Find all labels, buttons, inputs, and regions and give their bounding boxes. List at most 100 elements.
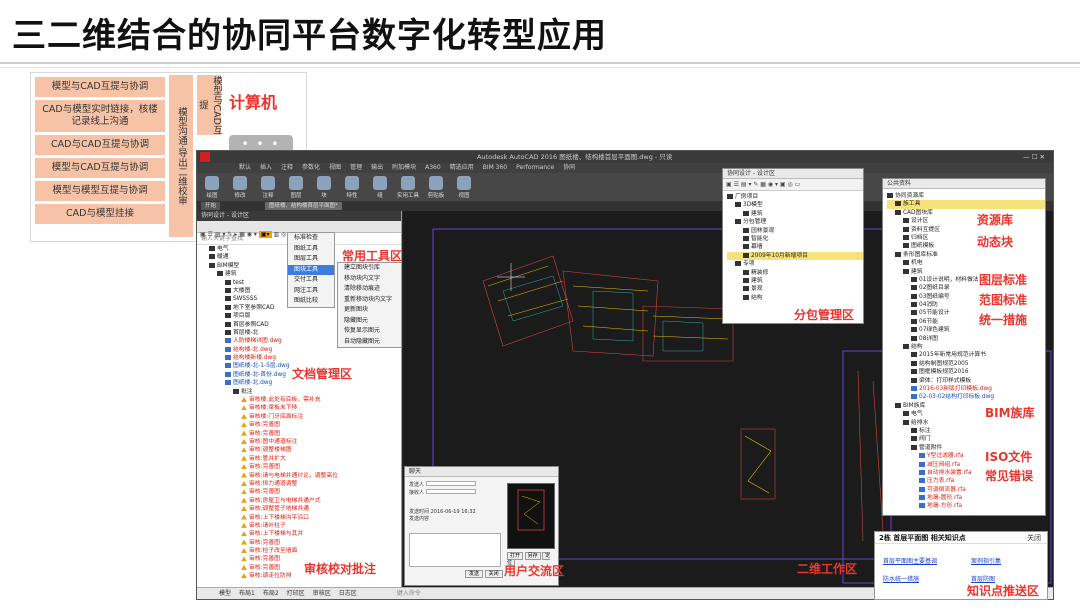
resource-tree-item[interactable]: 设计区: [887, 217, 1045, 225]
ribbon-button[interactable]: 绘图: [201, 176, 223, 199]
subcontract-tree-item[interactable]: 建筑: [727, 210, 863, 218]
context-submenu-item[interactable]: 建立图块引库: [338, 263, 401, 274]
menu-item[interactable]: 注释: [281, 164, 293, 171]
drawing-thumbnail[interactable]: [507, 483, 555, 549]
resource-tree-item[interactable]: 梁体：打印样式模板: [887, 377, 1045, 385]
doc-tree-item[interactable]: 审核:完善图: [201, 539, 401, 547]
resource-tree-item[interactable]: 地漏-圆形.rfa: [887, 494, 1045, 502]
doc-tree-item[interactable]: 审核楼:梁板未下移: [201, 404, 401, 412]
resource-tree-item[interactable]: 地漏-方形.rfa: [887, 502, 1045, 510]
subcontract-tree-item[interactable]: 园林景观: [727, 227, 863, 235]
resource-tree-item[interactable]: 机电: [887, 259, 1045, 267]
resource-tree-item[interactable]: 结构制图规范2005: [887, 360, 1045, 368]
doc-tree-item[interactable]: 审核楼:门牙底面标注: [201, 413, 401, 421]
menu-item[interactable]: 管理: [350, 164, 362, 171]
context-submenu-item[interactable]: 恢复显示图元: [338, 326, 401, 337]
menu-item[interactable]: A360: [425, 164, 441, 171]
context-submenu-item[interactable]: 隐藏图元: [338, 316, 401, 327]
doc-tree-item[interactable]: 审核:检子改至墙面: [201, 547, 401, 555]
menu-item[interactable]: 精选应用: [450, 164, 474, 171]
subcontract-tree-item[interactable]: 2009年10月新增项目: [727, 251, 863, 261]
doc-tree-item[interactable]: 审核:完善图: [201, 488, 401, 496]
doc-tree-item[interactable]: 审核:调整楼梯图: [201, 446, 401, 454]
doc-tree-item[interactable]: 审核:管井扩大: [201, 455, 401, 463]
doc-tree-item[interactable]: 审核楼:此处有底板，需补充: [201, 396, 401, 404]
recipient-input[interactable]: [425, 489, 476, 494]
menu-item[interactable]: Performance: [516, 164, 554, 171]
menu-item[interactable]: BIM 360: [483, 164, 507, 171]
resource-tree-item[interactable]: 08详图: [887, 335, 1045, 343]
ribbon-button[interactable]: 剪贴板: [425, 176, 447, 199]
menu-item[interactable]: 视图: [329, 164, 341, 171]
context-submenu-item[interactable]: 重新移动块内文字: [338, 295, 401, 306]
command-line[interactable]: 键入命令: [397, 590, 421, 597]
resource-tree-item[interactable]: 可调倒流器.rfa: [887, 486, 1045, 494]
subcontract-tree-item[interactable]: 建筑: [727, 277, 863, 285]
resource-tree-item[interactable]: 02-03-02结构打印标板.dwg: [887, 393, 1045, 401]
resource-tree-item[interactable]: 图框模板规范2016: [887, 368, 1045, 376]
tab-start[interactable]: 开始: [201, 202, 221, 210]
resource-tree-item[interactable]: 资料互提区: [887, 226, 1045, 234]
resource-tree-item[interactable]: 图纸模板: [887, 242, 1045, 250]
ribbon-button[interactable]: 块: [313, 176, 335, 199]
close-button[interactable]: 关闭: [484, 570, 503, 578]
resource-tree-item[interactable]: 协同资源库: [887, 192, 1045, 200]
knowledge-link-2[interactable]: 案例指引集: [971, 556, 1001, 565]
doc-tree-item[interactable]: 批注: [201, 388, 401, 396]
subcontract-tree-item[interactable]: 景观: [727, 285, 863, 293]
subcontract-tree-item[interactable]: 精装修: [727, 269, 863, 277]
resource-tree-item[interactable]: 2015年新常用规范计算书: [887, 351, 1045, 359]
subcontract-tree-item[interactable]: 专项: [727, 260, 863, 268]
context-menu-item[interactable]: 图纸工具: [288, 244, 334, 255]
ribbon-button[interactable]: 图层: [285, 176, 307, 199]
context-submenu-item[interactable]: 更新图块: [338, 305, 401, 316]
menu-item[interactable]: 插入: [260, 164, 272, 171]
context-menu-item[interactable]: 图层工具: [288, 254, 334, 265]
subcontract-tree-item[interactable]: 厂房项目: [727, 193, 863, 201]
ribbon-button[interactable]: 修改: [229, 176, 251, 199]
tab-drawing[interactable]: 图纸楼、结构楼首层平面图*: [265, 202, 342, 210]
doc-tree-item[interactable]: 审核:完善图: [201, 463, 401, 471]
knowledge-link-1[interactable]: 首层平面图主要基调: [883, 556, 937, 565]
context-menu-item[interactable]: 网注工具: [288, 286, 334, 297]
doc-tree-item[interactable]: 审核:上下楼梯沟平沿口: [201, 514, 401, 522]
save-as-button[interactable]: 另存: [524, 552, 541, 560]
knowledge-link-3[interactable]: 防水统一措施: [883, 574, 919, 583]
status-tab[interactable]: 审核区: [313, 590, 331, 597]
resource-tree-item[interactable]: CAD图块库: [887, 209, 1045, 217]
subcontract-tree-item[interactable]: 3D模型: [727, 201, 863, 209]
ribbon-button[interactable]: 组: [369, 176, 391, 199]
resource-tree-item[interactable]: 归档区: [887, 234, 1045, 242]
status-tab[interactable]: 模型: [219, 590, 231, 597]
doc-tree-item[interactable]: 审核:房屋卫与电梯井通户式: [201, 497, 401, 505]
resource-tree-item[interactable]: 标注: [887, 427, 1045, 435]
doc-tree-item[interactable]: 审核:图中通道标注: [201, 438, 401, 446]
sender-input[interactable]: [425, 481, 476, 486]
context-menu-item[interactable]: 标准检查: [288, 233, 334, 244]
status-tab[interactable]: 布局2: [263, 590, 279, 597]
resource-tree-item[interactable]: 2016-03新版打印模板.dwg: [887, 385, 1045, 393]
context-submenu-item[interactable]: 清除移动痕迹: [338, 284, 401, 295]
context-menu-item[interactable]: 交付工具: [288, 275, 334, 286]
resource-tree-item[interactable]: 族工具: [887, 200, 1045, 209]
doc-tree-item[interactable]: 审核:请补柱子: [201, 522, 401, 530]
ribbon-button[interactable]: 特性: [341, 176, 363, 199]
doc-tree-item[interactable]: 结构楼新楼.dwg: [201, 354, 401, 362]
context-submenu-item[interactable]: 移动块内文字: [338, 274, 401, 285]
subcontract-tree-item[interactable]: 分包管理: [727, 218, 863, 226]
resource-tree-item[interactable]: 结构: [887, 343, 1045, 351]
knowledge-close-button[interactable]: 关闭: [1027, 532, 1041, 544]
resource-tree-item[interactable]: 阀门: [887, 435, 1045, 443]
menu-item[interactable]: 默认: [239, 164, 251, 171]
doc-tree-item[interactable]: 审核:完善图: [201, 421, 401, 429]
window-controls[interactable]: — ☐ ✕: [1023, 151, 1045, 163]
status-tab[interactable]: 打印区: [287, 590, 305, 597]
menu-item[interactable]: 附加模块: [392, 164, 416, 171]
subcontract-tree-item[interactable]: 幕墙: [727, 243, 863, 251]
subcontract-tree-item[interactable]: 结构: [727, 294, 863, 302]
doc-tree-item[interactable]: 审核:请与电梯井通讨论，调整高位: [201, 472, 401, 480]
menu-item[interactable]: 输出: [371, 164, 383, 171]
status-tab[interactable]: 日志区: [339, 590, 357, 597]
ribbon-button[interactable]: 实用工具: [397, 176, 419, 199]
doc-tree-item[interactable]: 审核:恒力通道调整: [201, 480, 401, 488]
